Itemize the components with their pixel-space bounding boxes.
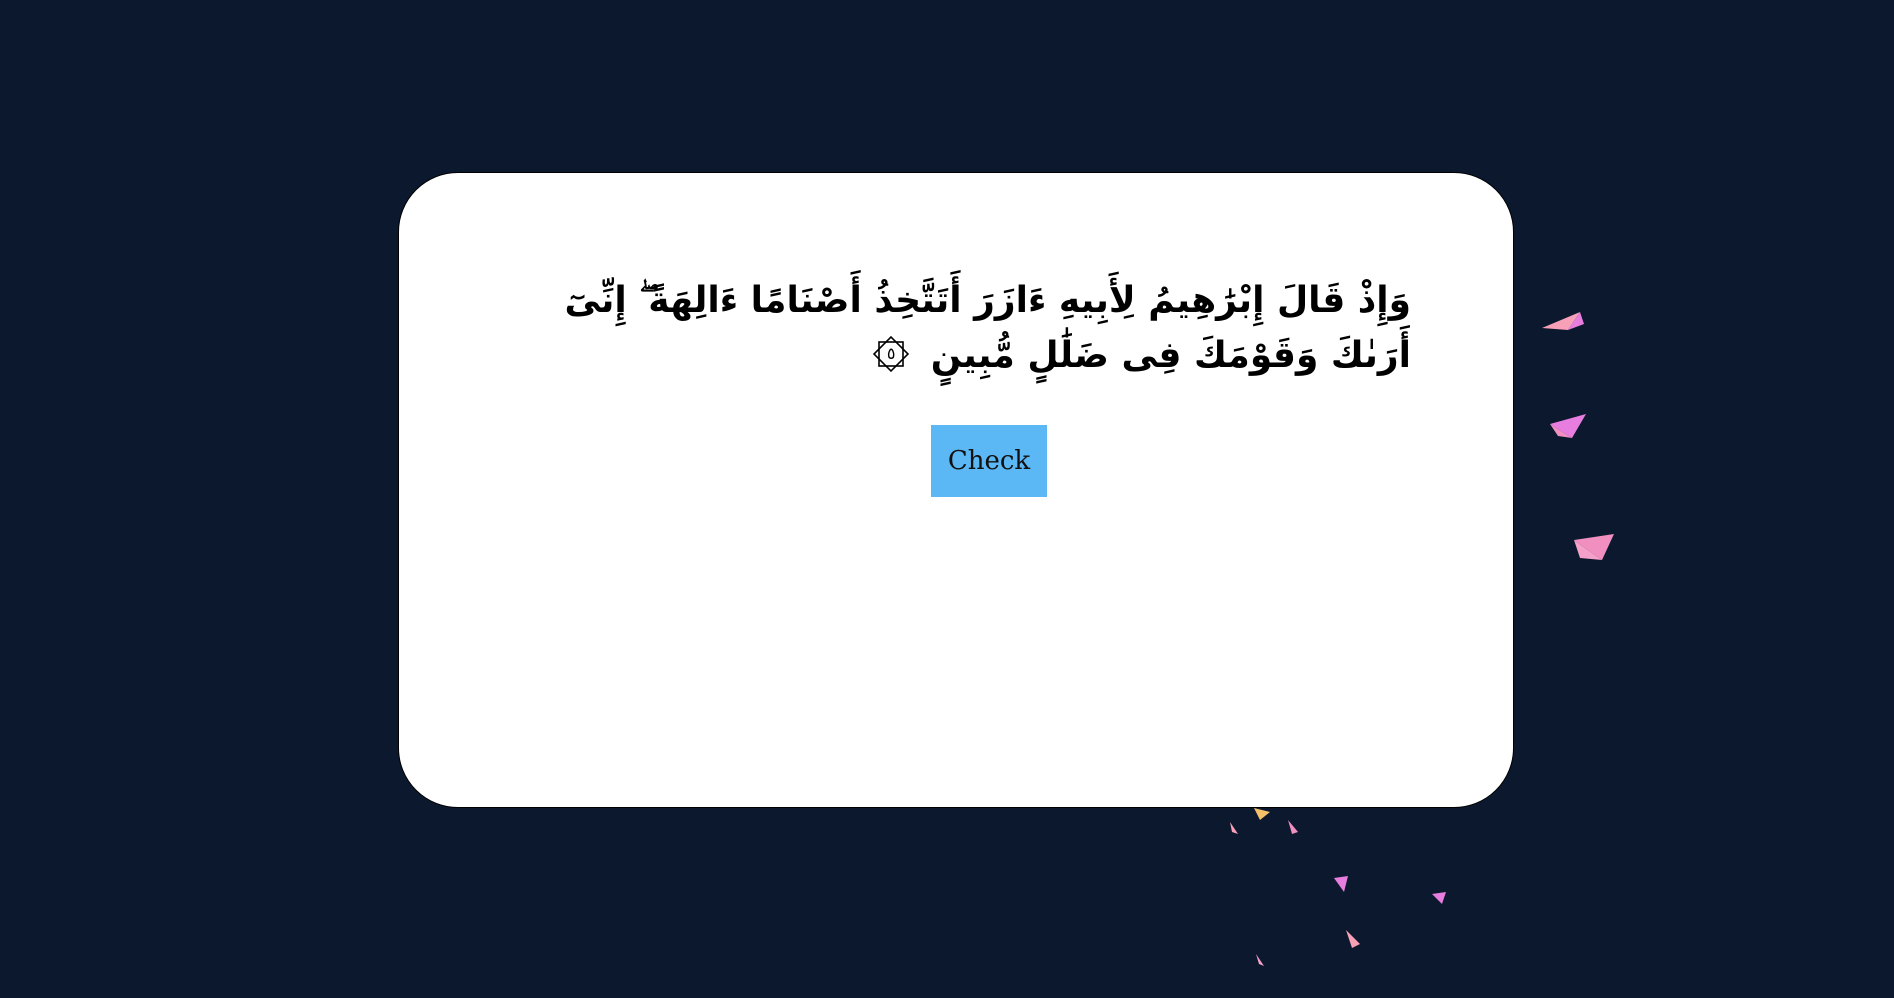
confetti-piece-icon [1288,820,1298,834]
confetti-piece-icon [1550,414,1586,438]
confetti-piece-icon [1574,534,1614,560]
verse-text-block: وَإِذْ قَالَ إِبْرَٰهِيمُ لِأَبِيهِ ءَاز… [501,273,1411,383]
verse-card: وَإِذْ قَالَ إِبْرَٰهِيمُ لِأَبِيهِ ءَاز… [398,172,1514,808]
confetti-piece-icon [1334,876,1348,892]
check-button[interactable]: Check [931,425,1047,497]
ayah-number: ٥ [886,344,896,363]
ayah-end-marker-icon: ٥ [870,333,912,375]
confetti-piece-icon [1256,954,1264,966]
confetti-piece-icon [1542,312,1584,330]
quran-check-page: وَإِذْ قَالَ إِبْرَٰهِيمُ لِأَبِيهِ ءَاز… [0,0,1894,998]
confetti-piece-icon [1346,930,1360,948]
confetti-piece-icon [1230,822,1238,834]
confetti-piece-icon [1432,892,1446,904]
confetti-piece-icon [1254,808,1270,820]
verse-text: وَإِذْ قَالَ إِبْرَٰهِيمُ لِأَبِيهِ ءَاز… [564,280,1411,376]
